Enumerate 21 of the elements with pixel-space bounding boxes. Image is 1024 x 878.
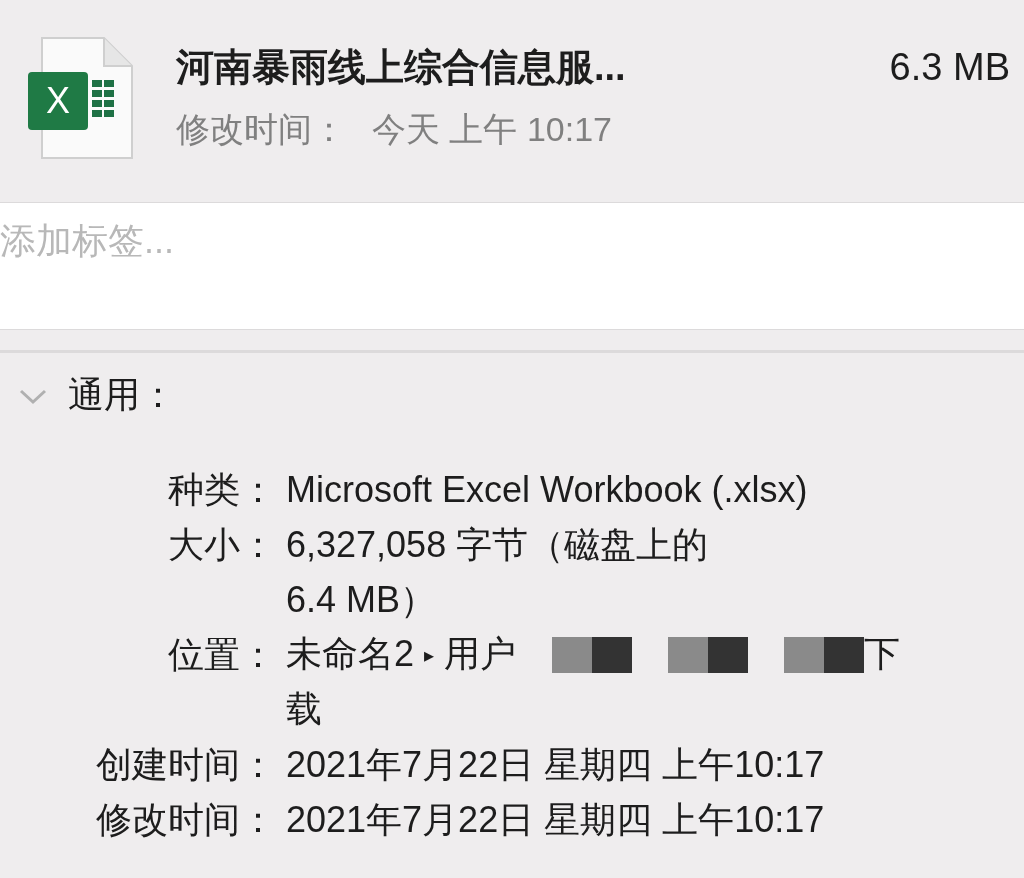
path-separator: ▸ [424, 642, 435, 667]
path-text: 未命名2 [286, 632, 415, 676]
info-value: 2021年7月22日 星期四 上午10:17 [286, 798, 825, 842]
path-text: 下 [864, 632, 901, 676]
modified-time: 今天 上午 10:17 [372, 109, 612, 150]
info-value: 6.4 MB） [286, 578, 438, 622]
modified-label: 修改时间： [176, 109, 346, 150]
info-value: 6,327,058 字节（磁盘上的 [286, 523, 709, 567]
info-label: 修改时间： [95, 798, 276, 842]
info-label: 创建时间： [95, 743, 276, 787]
info-value: 2021年7月22日 星期四 上午10:17 [286, 743, 825, 787]
path-text: 用户 [444, 632, 517, 676]
info-label: 位置： [167, 633, 276, 677]
info-value: Microsoft Excel Workbook (.xlsx) [286, 468, 808, 512]
info-label: 大小： [167, 523, 276, 567]
path-text: 载 [286, 687, 322, 731]
file-size: 6.3 MB [889, 46, 1010, 89]
info-label: 种类： [167, 468, 276, 512]
tags-field[interactable]: 添加标签... [0, 202, 1024, 330]
section-title[interactable]: 通用： [68, 371, 176, 420]
file-name: 河南暴雨线上综合信息服... [176, 45, 626, 90]
